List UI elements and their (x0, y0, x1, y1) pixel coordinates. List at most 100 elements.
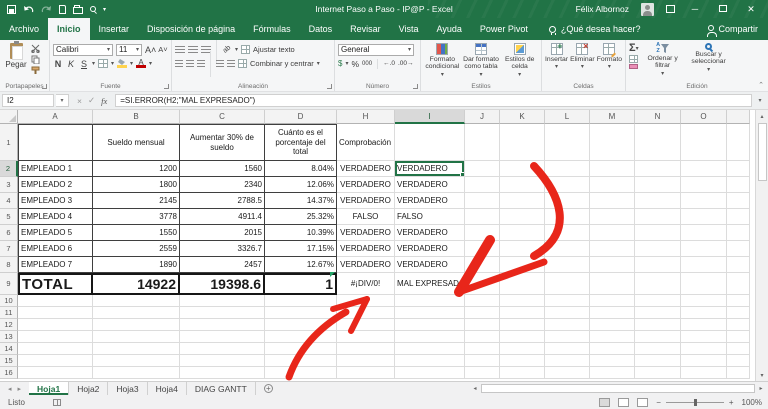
formula-input[interactable]: =SI.ERROR(H2;"MAL EXPRESADO") (115, 94, 752, 107)
undo-icon[interactable] (23, 3, 34, 15)
row-header-5[interactable]: 5 (0, 209, 18, 225)
cell-J5[interactable] (465, 209, 500, 225)
cell-D13[interactable] (265, 331, 337, 343)
cell-B5[interactable]: 3778 (93, 209, 180, 225)
cell-H7[interactable]: VERDADERO (337, 241, 395, 257)
cell-A12[interactable] (18, 319, 93, 331)
cell-B16[interactable] (93, 367, 180, 379)
cell-O13[interactable] (681, 331, 727, 343)
close-button[interactable]: ✕ (743, 3, 759, 15)
cell-N4[interactable] (635, 193, 681, 209)
cell-O10[interactable] (681, 295, 727, 307)
cell-J16[interactable] (465, 367, 500, 379)
cell-D14[interactable] (265, 343, 337, 355)
cell-A4[interactable]: EMPLEADO 3 (18, 193, 93, 209)
zoom-slider[interactable] (666, 402, 724, 403)
cell-D4[interactable]: 14.37% (265, 193, 337, 209)
font-name-select[interactable]: Calibri▾ (53, 44, 113, 56)
row-header-16[interactable]: 16 (0, 367, 18, 379)
cell-A11[interactable] (18, 307, 93, 319)
cell-O4[interactable] (681, 193, 727, 209)
cell-H5[interactable]: FALSO (337, 209, 395, 225)
percent-style-button[interactable]: % (351, 59, 359, 69)
name-box[interactable]: I2 (2, 94, 54, 107)
cell-M10[interactable] (590, 295, 635, 307)
cell-D12[interactable] (265, 319, 337, 331)
cell-N11[interactable] (635, 307, 681, 319)
cell-D9[interactable]: 1 (265, 273, 337, 295)
cell-styles-button[interactable]: Estilos de celda ▾ (501, 43, 538, 78)
cell-A13[interactable] (18, 331, 93, 343)
align-center-icon[interactable] (186, 60, 194, 67)
fill-down-icon[interactable] (629, 55, 638, 63)
cell-M14[interactable] (590, 343, 635, 355)
cell-O7[interactable] (681, 241, 727, 257)
cell-A8[interactable]: EMPLEADO 7 (18, 257, 93, 273)
cell-I16[interactable] (395, 367, 465, 379)
cell-B6[interactable]: 1550 (93, 225, 180, 241)
cell-H12[interactable] (337, 319, 395, 331)
cell-K3[interactable] (500, 177, 545, 193)
cell-O11[interactable] (681, 307, 727, 319)
cell-J14[interactable] (465, 343, 500, 355)
cell-J15[interactable] (465, 355, 500, 367)
align-top-icon[interactable] (175, 46, 185, 53)
cell-N6[interactable] (635, 225, 681, 241)
row-header-4[interactable]: 4 (0, 193, 18, 209)
sheet-tab-hoja4[interactable]: Hoja4 (148, 382, 187, 395)
cell-I2[interactable]: VERDADERO (395, 161, 465, 177)
scroll-right-icon[interactable]: ▸ (756, 385, 766, 392)
cell-I11[interactable] (395, 307, 465, 319)
orientation-icon[interactable]: ab (221, 44, 233, 56)
cell-N9[interactable] (635, 273, 681, 295)
tab-disposici-n-de-p-gina[interactable]: Disposición de página (138, 18, 244, 40)
cell-L4[interactable] (545, 193, 590, 209)
name-box-dropdown-icon[interactable]: ▾ (56, 94, 69, 107)
bold-button[interactable]: N (53, 59, 63, 69)
cell-M1[interactable] (590, 124, 635, 161)
customize-toolbar-icon[interactable]: ▾ (103, 3, 106, 15)
column-header-N[interactable]: N (635, 110, 681, 124)
column-header-M[interactable]: M (590, 110, 635, 124)
cell-X4[interactable] (727, 193, 750, 209)
cell-D5[interactable]: 25.32% (265, 209, 337, 225)
cell-L6[interactable] (545, 225, 590, 241)
open-folder-icon[interactable] (73, 3, 83, 15)
cell-H6[interactable]: VERDADERO (337, 225, 395, 241)
cell-C8[interactable]: 2457 (180, 257, 265, 273)
cell-O2[interactable] (681, 161, 727, 177)
alignment-dialog-launcher[interactable] (327, 84, 332, 89)
cell-K8[interactable] (500, 257, 545, 273)
column-header-H[interactable]: H (337, 110, 395, 124)
cell-O5[interactable] (681, 209, 727, 225)
cell-I3[interactable]: VERDADERO (395, 177, 465, 193)
clear-icon[interactable] (629, 64, 638, 69)
format-as-table-button[interactable]: Dar formato como tabla ▾ (463, 43, 500, 78)
cell-C9[interactable]: 19398.6 (180, 273, 265, 295)
cell-L12[interactable] (545, 319, 590, 331)
increase-decimal-icon[interactable]: ←.0 (383, 60, 395, 67)
cell-K5[interactable] (500, 209, 545, 225)
cell-L14[interactable] (545, 343, 590, 355)
cell-K16[interactable] (500, 367, 545, 379)
redo-icon[interactable] (41, 3, 52, 15)
cell-D1[interactable]: Cuánto es el porcentaje del total (265, 124, 337, 161)
cell-M9[interactable] (590, 273, 635, 295)
insert-cells-button[interactable]: Insertar ▾ (545, 43, 568, 70)
cell-N14[interactable] (635, 343, 681, 355)
cell-D7[interactable]: 17.15% (265, 241, 337, 257)
row-header-3[interactable]: 3 (0, 177, 18, 193)
conditional-format-button[interactable]: Formato condicional ▾ (424, 43, 461, 78)
tab-f-rmulas[interactable]: Fórmulas (244, 18, 300, 40)
cell-J6[interactable] (465, 225, 500, 241)
cell-C14[interactable] (180, 343, 265, 355)
share-button[interactable]: Compartir (708, 18, 768, 40)
cell-C12[interactable] (180, 319, 265, 331)
cell-O9[interactable] (681, 273, 727, 295)
cell-N3[interactable] (635, 177, 681, 193)
cell-A15[interactable] (18, 355, 93, 367)
cell-M2[interactable] (590, 161, 635, 177)
cell-I4[interactable]: VERDADERO (395, 193, 465, 209)
cell-H16[interactable] (337, 367, 395, 379)
zoom-out-icon[interactable]: − (656, 398, 661, 407)
